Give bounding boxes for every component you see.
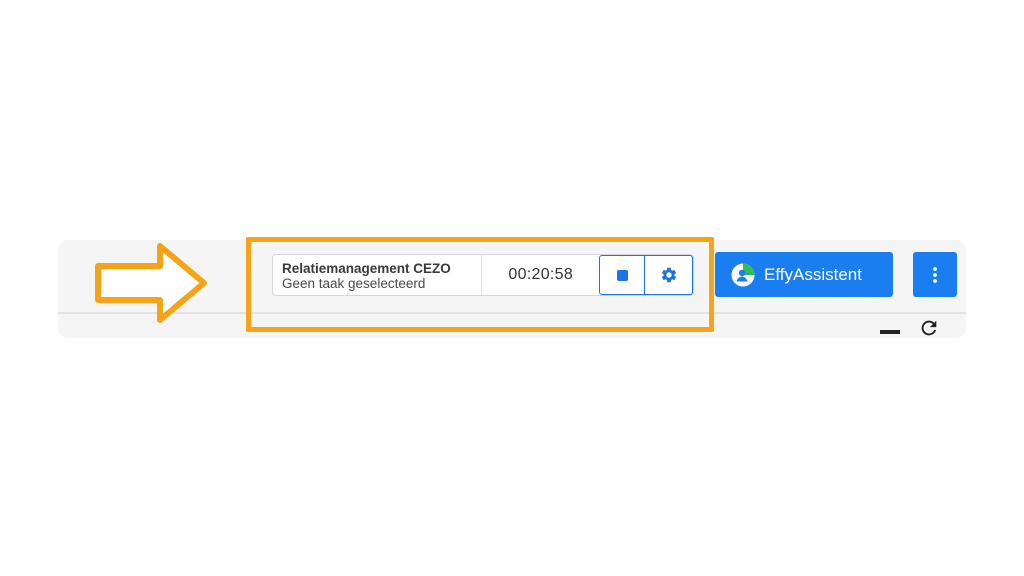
effy-assistant-label: EffyAssistent bbox=[764, 264, 862, 284]
effy-assistant-button[interactable]: EffyAssistent bbox=[715, 252, 893, 297]
arrow-right-icon bbox=[95, 243, 207, 323]
vertical-ellipsis-icon bbox=[933, 266, 937, 283]
effy-logo-icon bbox=[731, 263, 755, 286]
highlight-frame bbox=[246, 237, 714, 332]
more-options-button[interactable] bbox=[913, 252, 957, 297]
refresh-icon[interactable] bbox=[918, 317, 940, 339]
screenshot-stage: Relatiemanagement CEZO Geen taak geselec… bbox=[0, 0, 1024, 576]
minimize-icon[interactable] bbox=[880, 330, 900, 334]
